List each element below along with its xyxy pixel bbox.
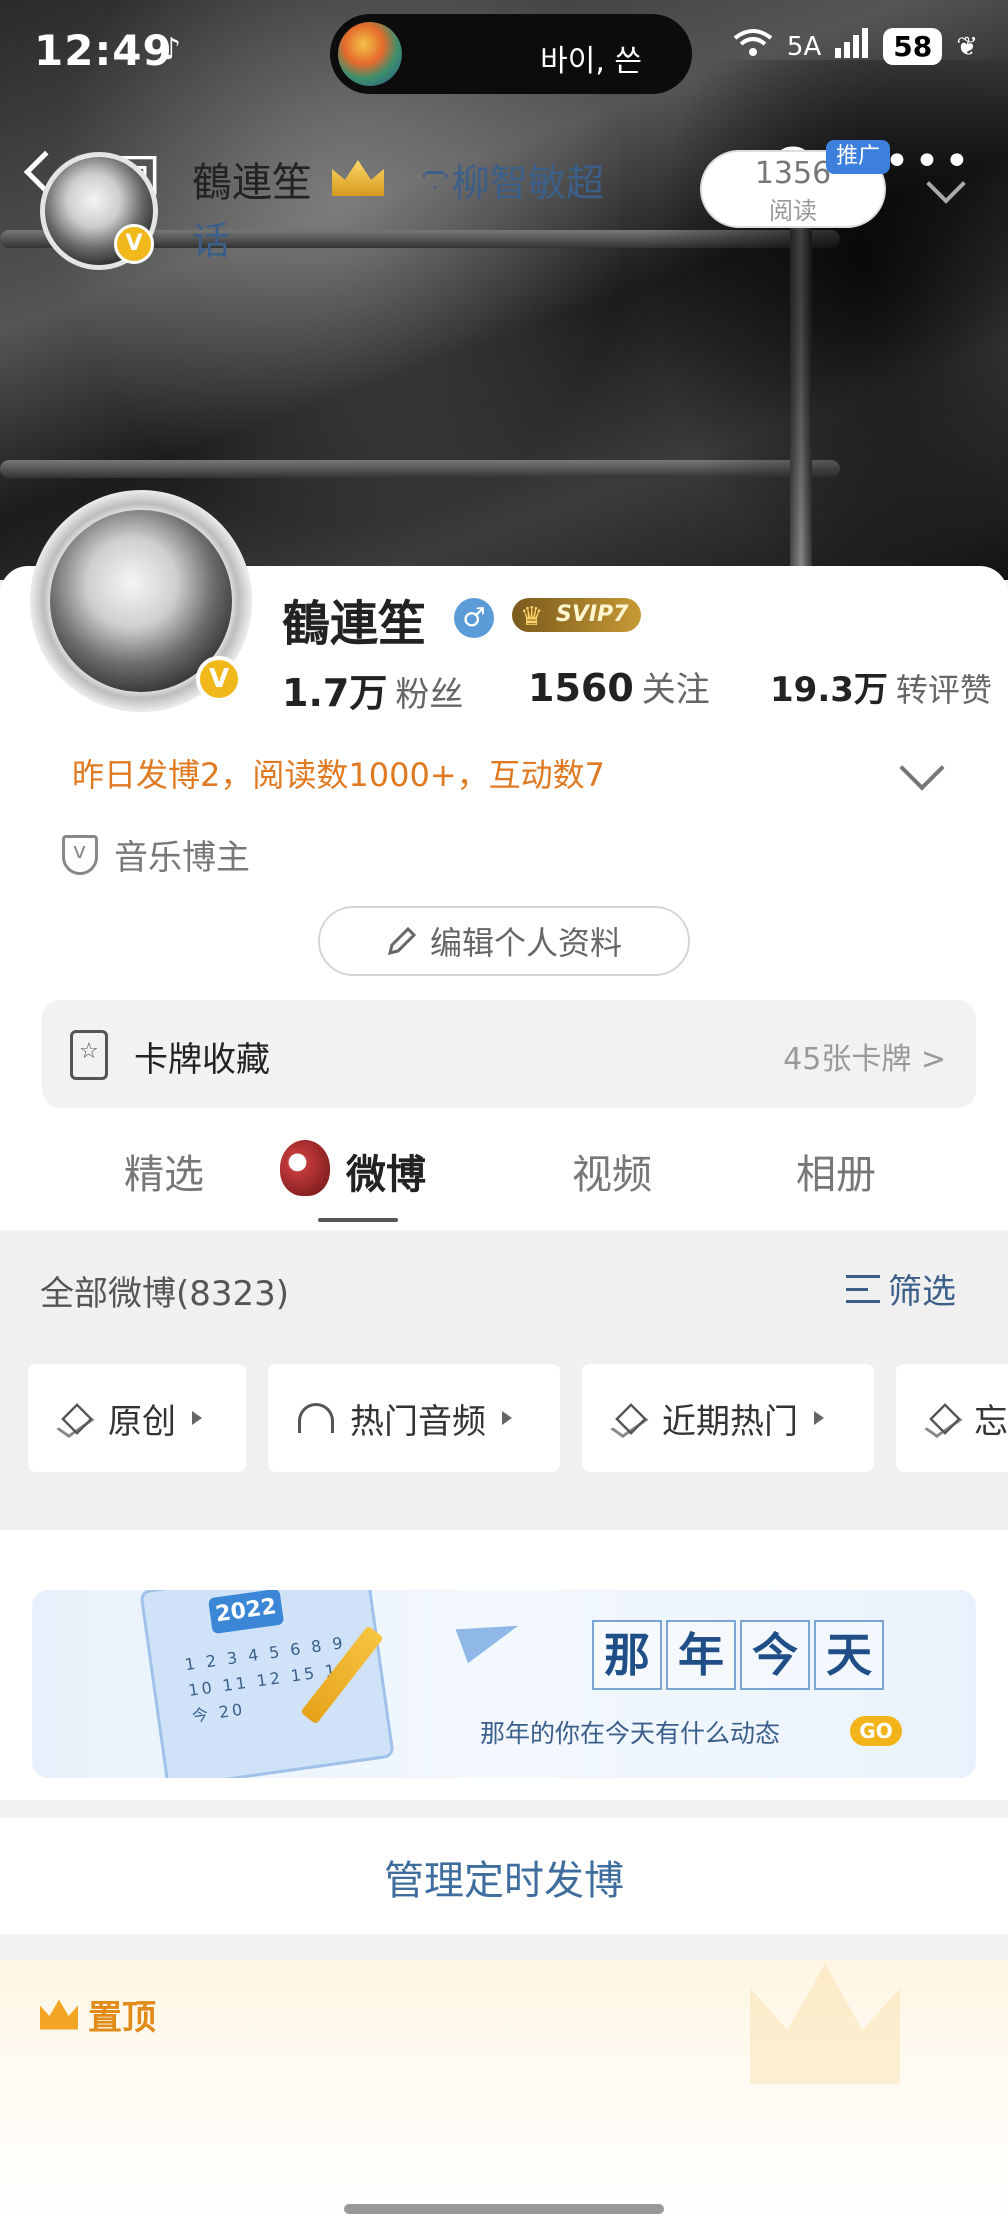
verified-badge-icon: V [196, 656, 242, 702]
signal-icon [835, 28, 869, 65]
card-collection-row[interactable]: 卡牌收藏 45张卡牌 > [42, 1000, 976, 1108]
status-bar: 12:49 ♪ 바이, 쓴 5A 58 ❦ [0, 0, 1008, 100]
status-time: 12:49 [34, 26, 173, 75]
verified-badge-icon: V [114, 224, 154, 264]
pinned-label: 置顶 [40, 1990, 156, 2039]
caret-right-icon [502, 1411, 512, 1425]
banner-title: 那 年 今 天 [592, 1620, 884, 1690]
stat-followers[interactable]: 1.7万 粉丝 [282, 662, 463, 717]
chip-original[interactable]: 原创 [28, 1364, 246, 1472]
wifi-icon [733, 28, 773, 65]
filter-label: 筛选 [888, 1272, 956, 1312]
card-icon [70, 1030, 108, 1080]
card-collection-title: 卡牌收藏 [134, 1040, 270, 1080]
paper-plane-icon [455, 1608, 525, 1664]
shield-icon [62, 834, 98, 875]
svip-badge[interactable]: ♛ SVIP7 [512, 598, 641, 632]
all-posts-count[interactable]: 全部微博(8323) [40, 1266, 289, 1315]
banner-section: 2022 1 2 3 4 5 6 8 9 10 11 12 15 16 今 20… [0, 1530, 1008, 1800]
battery-level: 58 [883, 28, 943, 65]
headphones-icon [298, 1403, 334, 1433]
banner-title-char: 天 [814, 1620, 884, 1690]
banner-subtitle: 那年的你在今天有什么动态 [480, 1719, 781, 1748]
chip-label: 原创 [108, 1401, 176, 1442]
promote-badge[interactable]: 推广 [826, 140, 890, 174]
male-icon: ♂ [454, 598, 494, 638]
stat-label: 转评赞 [895, 671, 992, 709]
super-topic-link[interactable]: 柳智敏超 [422, 152, 604, 207]
album-art-icon [338, 22, 402, 86]
profile-name: 鶴連笙 [282, 596, 427, 652]
chip-label: 热门音频 [350, 1401, 486, 1442]
pinned-post: 置顶 [0, 1960, 1008, 2232]
filter-button[interactable]: 筛选 [846, 1264, 956, 1313]
edit-profile-button[interactable]: 编辑个人资料 [318, 906, 690, 976]
super-topic-text: 柳智敏超 [452, 161, 605, 205]
edit-profile-label: 编辑个人资料 [429, 924, 622, 962]
activity-summary: 昨日发博2，阅读数1000+，互动数7 [72, 756, 605, 794]
manage-scheduled-posts-button[interactable]: 管理定时发博 [0, 1848, 1008, 1906]
layers-icon [58, 1403, 92, 1433]
caret-right-icon [192, 1411, 202, 1425]
stat-value: 1560 [528, 666, 634, 710]
diamond-icon [422, 170, 448, 189]
creator-tag[interactable]: 音乐博主 [62, 830, 250, 879]
tiktok-icon: ♪ [162, 32, 182, 67]
card-collection-count: 45张卡牌 > [783, 1042, 946, 1077]
pencil-icon [387, 926, 417, 956]
schedule-section: 管理定时发博 [0, 1818, 1008, 1934]
calendar-year: 2022 [207, 1590, 285, 1635]
status-icons: 5A 58 ❦ [733, 28, 978, 65]
on-this-day-banner[interactable]: 2022 1 2 3 4 5 6 8 9 10 11 12 15 16 今 20… [32, 1590, 976, 1778]
network-label: 5A [786, 31, 822, 62]
calendar-icon: 2022 1 2 3 4 5 6 8 9 10 11 12 15 16 今 20 [139, 1590, 395, 1778]
stat-value: 1.7万 [282, 671, 388, 715]
creator-tag-label: 音乐博主 [114, 838, 250, 878]
dynamic-island-player[interactable]: 바이, 쓴 [330, 14, 692, 94]
chip-label: 近期热门 [662, 1401, 798, 1442]
profile-tabs: 精选 微博 视频 相册 [0, 1130, 1008, 1230]
tab-indicator [318, 1218, 398, 1222]
crown-icon [40, 1999, 78, 2030]
apple-icon [280, 1140, 330, 1196]
layers-icon [926, 1403, 958, 1433]
crown-icon: ♛ [520, 602, 544, 632]
banner-title-char: 今 [740, 1620, 810, 1690]
chip-recent-hot[interactable]: 近期热门 [582, 1364, 874, 1472]
tab-featured[interactable]: 精选 [124, 1142, 204, 1200]
tab-videos[interactable]: 视频 [572, 1142, 652, 1200]
post-author-name[interactable]: 鶴連笙 [192, 150, 312, 208]
layers-icon [612, 1403, 646, 1433]
go-badge[interactable]: GO [850, 1716, 902, 1746]
tab-albums[interactable]: 相册 [796, 1142, 876, 1200]
caret-right-icon [814, 1411, 824, 1425]
crown-decoration-icon [750, 1964, 900, 2084]
svip-label: SVIP7 [556, 602, 629, 627]
banner-title-char: 那 [592, 1620, 662, 1690]
read-label: 阅读 [769, 197, 817, 225]
stat-label: 粉丝 [395, 675, 464, 715]
stat-interactions[interactable]: 19.3万 转评赞 [770, 662, 992, 711]
leaf-icon: ❦ [956, 31, 978, 62]
chip-partial[interactable]: 忘 [896, 1364, 1008, 1472]
tab-weibo[interactable]: 微博 [346, 1142, 426, 1200]
stat-label: 关注 [641, 670, 710, 710]
stat-value: 19.3万 [770, 670, 888, 710]
stat-following[interactable]: 1560 关注 [528, 662, 710, 711]
now-playing-text: 바이, 쓴 [540, 44, 642, 79]
chip-hot-audio[interactable]: 热门音频 [268, 1364, 560, 1472]
super-topic-text-continued[interactable]: 话 [192, 210, 230, 265]
filter-icon [846, 1274, 880, 1303]
chip-label: 忘 [974, 1401, 1008, 1442]
pinned-label-text: 置顶 [88, 1998, 156, 2038]
feed-header: 全部微博(8323) 筛选 原创 热门音频 近期热门 忘 [0, 1232, 1008, 1532]
banner-title-char: 年 [666, 1620, 736, 1690]
home-indicator[interactable] [344, 2204, 664, 2214]
avatar[interactable]: V [30, 490, 252, 712]
